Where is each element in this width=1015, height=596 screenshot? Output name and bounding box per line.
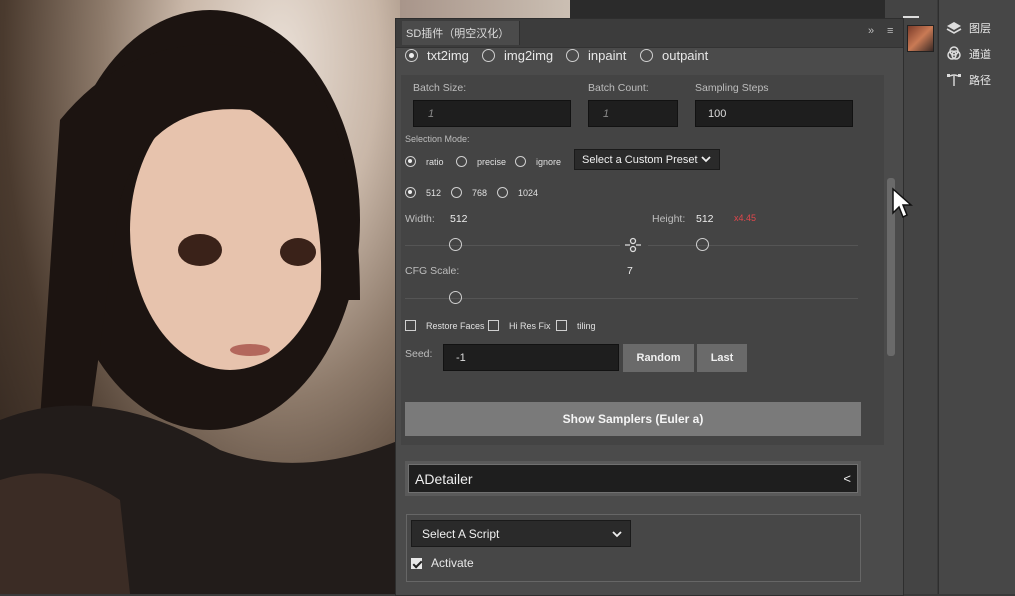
link-icon[interactable] — [624, 237, 642, 258]
panel-header: SD插件（明空汉化） » ≡ — [396, 19, 903, 48]
random-seed-button[interactable]: Random — [623, 344, 694, 372]
custom-preset-select[interactable]: Select a Custom Preset — [574, 149, 720, 170]
canvas-dark-strip — [570, 0, 885, 18]
radio-icon[interactable] — [566, 49, 579, 62]
seed-input[interactable]: -1 — [443, 344, 619, 371]
option-label: Hi Res Fix — [509, 320, 551, 331]
batch-size-input[interactable]: 1 — [413, 100, 571, 127]
sampling-steps-input[interactable]: 100 — [695, 100, 853, 127]
size-label: 512 — [426, 187, 442, 198]
layers-panel-item-channels[interactable]: 通道 — [945, 43, 991, 65]
hi-res-fix-checkbox[interactable]: Hi Res Fix — [488, 320, 551, 331]
height-value: 512 — [696, 213, 714, 225]
sampling-steps-label: Sampling Steps — [695, 82, 769, 94]
mode-radio-inpaint[interactable]: inpaint — [566, 48, 626, 63]
radio-icon[interactable] — [405, 156, 416, 167]
size-label: 1024 — [518, 187, 539, 198]
height-slider-handle[interactable] — [696, 238, 709, 251]
height-label: Height: — [652, 213, 686, 225]
mode-radio-img2img[interactable]: img2img — [482, 48, 553, 63]
batch-count-input[interactable]: 1 — [588, 100, 678, 127]
width-slider-track[interactable] — [405, 245, 620, 246]
dock-divider — [903, 16, 919, 18]
radio-icon[interactable] — [451, 187, 462, 198]
radio-icon[interactable] — [405, 187, 416, 198]
batch-size-label: Batch Size: — [413, 82, 467, 94]
mode-radio-outpaint[interactable]: outpaint — [640, 48, 708, 63]
mode-label: txt2img — [427, 48, 469, 63]
layers-panel-label: 图层 — [969, 23, 991, 35]
activate-label: Activate — [431, 556, 474, 570]
selection-radio-ignore[interactable]: ignore — [515, 156, 561, 167]
settings-section — [401, 75, 884, 445]
width-label: Width: — [405, 213, 435, 225]
expand-icon[interactable]: < — [843, 471, 851, 486]
layers-panel-item-layers[interactable]: 图层 — [945, 17, 991, 39]
cfg-slider-handle[interactable] — [449, 291, 462, 304]
activate-checkbox[interactable]: Activate — [411, 556, 474, 570]
selection-mode-label: Selection Mode: — [405, 134, 470, 144]
radio-icon[interactable] — [405, 49, 418, 62]
layer-thumbnail[interactable] — [907, 25, 934, 52]
radio-icon[interactable] — [497, 187, 508, 198]
layers-panel: 图层 通道 路径 — [938, 0, 1015, 594]
custom-preset-value: Select a Custom Preset — [582, 153, 698, 166]
size-radio-768[interactable]: 768 — [451, 187, 487, 198]
radio-icon[interactable] — [515, 156, 526, 167]
aspect-ratio-value: x4.45 — [734, 213, 757, 223]
layers-panel-label: 通道 — [969, 49, 991, 61]
last-seed-button[interactable]: Last — [697, 344, 747, 372]
adetailer-label: ADetailer — [415, 470, 473, 487]
selection-option-label: ignore — [536, 156, 562, 167]
checkbox-icon[interactable] — [556, 320, 567, 331]
paths-icon — [945, 71, 963, 89]
adetailer-accordion[interactable]: ADetailer < — [405, 461, 861, 496]
radio-icon[interactable] — [482, 49, 495, 62]
canvas-artwork — [0, 0, 400, 594]
tiling-checkbox[interactable]: tiling — [556, 320, 596, 331]
show-samplers-button[interactable]: Show Samplers (Euler a) — [405, 402, 861, 436]
panel-menu-icon[interactable]: ≡ — [887, 25, 893, 37]
batch-count-label: Batch Count: — [588, 82, 649, 94]
selection-option-label: ratio — [426, 156, 444, 167]
collapse-icon[interactable]: » — [868, 25, 874, 37]
mode-radio-txt2img[interactable]: txt2img — [405, 48, 469, 63]
size-radio-1024[interactable]: 1024 — [497, 187, 538, 198]
checkbox-icon[interactable] — [488, 320, 499, 331]
height-slider-track[interactable] — [648, 245, 858, 246]
radio-icon[interactable] — [456, 156, 467, 167]
mode-label: img2img — [504, 48, 554, 63]
size-radio-512[interactable]: 512 — [405, 187, 441, 198]
script-select-value: Select A Script — [422, 526, 500, 541]
chevron-down-icon — [612, 527, 622, 541]
option-label: Restore Faces — [426, 320, 485, 331]
mode-label: inpaint — [588, 48, 627, 63]
selection-radio-ratio[interactable]: ratio — [405, 156, 444, 167]
selection-radio-precise[interactable]: precise — [456, 156, 506, 167]
channels-icon — [945, 45, 963, 63]
layers-panel-label: 路径 — [969, 75, 991, 87]
seed-label: Seed: — [405, 348, 433, 360]
radio-icon[interactable] — [640, 49, 653, 62]
checkbox-icon[interactable] — [411, 557, 422, 569]
mouse-cursor-icon — [891, 187, 913, 224]
width-slider-handle[interactable] — [449, 238, 462, 251]
option-label: tiling — [577, 320, 596, 331]
restore-faces-checkbox[interactable]: Restore Faces — [405, 320, 485, 331]
width-value: 512 — [450, 213, 468, 225]
canvas-artwork-strip — [400, 0, 570, 18]
cfg-scale-value: 7 — [627, 265, 633, 277]
layers-panel-item-paths[interactable]: 路径 — [945, 69, 991, 91]
panel-tab-title[interactable]: SD插件（明空汉化） — [402, 21, 521, 45]
chevron-down-icon — [701, 154, 711, 166]
script-select[interactable]: Select A Script — [411, 520, 631, 547]
layers-icon — [945, 19, 963, 37]
size-label: 768 — [472, 187, 488, 198]
selection-option-label: precise — [477, 156, 507, 167]
mode-label: outpaint — [662, 48, 709, 63]
cfg-slider-track[interactable] — [405, 298, 858, 299]
cfg-scale-label: CFG Scale: — [405, 265, 460, 277]
checkbox-icon[interactable] — [405, 320, 416, 331]
